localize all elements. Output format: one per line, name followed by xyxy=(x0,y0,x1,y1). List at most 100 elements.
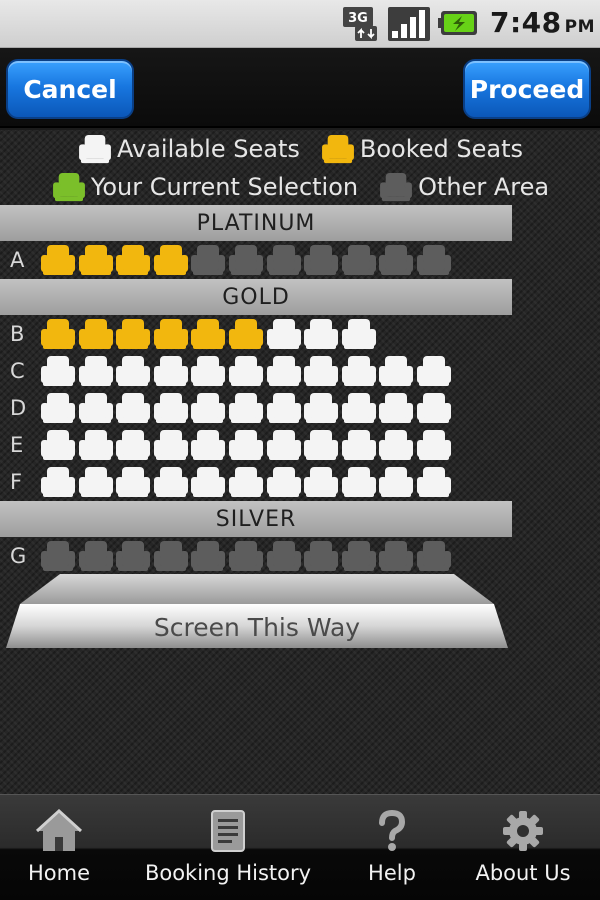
nav-help[interactable]: Help xyxy=(338,795,446,900)
3g-data-icon: 3G xyxy=(343,7,377,41)
seat-d5-available[interactable] xyxy=(190,392,226,424)
seat-g5-other xyxy=(190,540,226,572)
seat-f5-available[interactable] xyxy=(190,466,226,498)
bottom-nav: Home Booking History Help About Us xyxy=(0,794,600,900)
seat-d7-available[interactable] xyxy=(266,392,302,424)
seat-c6-available[interactable] xyxy=(228,355,264,387)
seat-b8-available[interactable] xyxy=(303,318,339,350)
seat-icon xyxy=(153,319,188,349)
seat-g3-other xyxy=(115,540,151,572)
seat-icon xyxy=(229,430,263,460)
seat-icon xyxy=(304,245,339,275)
cancel-button[interactable]: Cancel xyxy=(6,59,134,119)
seat-icon xyxy=(116,430,151,460)
nav-about-us-label: About Us xyxy=(475,861,571,885)
seat-g2-other xyxy=(78,540,114,572)
proceed-button[interactable]: Proceed xyxy=(463,59,591,119)
seat-icon xyxy=(153,541,188,571)
seat-icon xyxy=(304,541,339,571)
seat-d4-available[interactable] xyxy=(153,392,189,424)
seat-c2-available[interactable] xyxy=(78,355,114,387)
seat-icon xyxy=(153,245,188,275)
seat-f1-available[interactable] xyxy=(40,466,76,498)
seat-e8-available[interactable] xyxy=(303,429,339,461)
seat-f8-available[interactable] xyxy=(303,466,339,498)
seat-icon xyxy=(341,541,376,571)
seat-e11-available[interactable] xyxy=(416,429,452,461)
nav-booking-history-label: Booking History xyxy=(144,861,312,885)
seat-d8-available[interactable] xyxy=(303,392,339,424)
seat-c1-available[interactable] xyxy=(40,355,76,387)
seat-icon xyxy=(229,467,263,497)
clock: 7:48 PM xyxy=(490,6,595,39)
section-header-platinum: PLATINUM xyxy=(0,205,512,241)
seat-icon xyxy=(229,245,263,275)
seat-f6-available[interactable] xyxy=(228,466,264,498)
seat-icon xyxy=(304,356,339,386)
seat-f10-available[interactable] xyxy=(378,466,414,498)
seat-e9-available[interactable] xyxy=(341,429,377,461)
seat-e3-available[interactable] xyxy=(115,429,151,461)
seat-f2-available[interactable] xyxy=(78,466,114,498)
battery-charging-icon xyxy=(438,11,477,35)
seat-e4-available[interactable] xyxy=(153,429,189,461)
seat-c10-available[interactable] xyxy=(378,355,414,387)
seat-f4-available[interactable] xyxy=(153,466,189,498)
seat-d2-available[interactable] xyxy=(78,392,114,424)
seat-icon xyxy=(153,393,188,423)
seat-c4-available[interactable] xyxy=(153,355,189,387)
row-label-e: E xyxy=(10,433,24,457)
nav-booking-history[interactable]: Booking History xyxy=(118,795,338,900)
seat-a5-other xyxy=(190,244,226,276)
seat-d10-available[interactable] xyxy=(378,392,414,424)
seat-icon xyxy=(266,393,301,423)
seat-e6-available[interactable] xyxy=(228,429,264,461)
seat-f11-available[interactable] xyxy=(416,466,452,498)
seat-b7-available[interactable] xyxy=(266,318,302,350)
seat-d9-available[interactable] xyxy=(341,392,377,424)
seat-d3-available[interactable] xyxy=(115,392,151,424)
seat-icon xyxy=(153,356,188,386)
seat-b9-available[interactable] xyxy=(341,318,377,350)
row-label-f: F xyxy=(10,470,23,494)
seat-icon xyxy=(417,245,451,275)
home-icon xyxy=(35,809,83,851)
seat-c5-available[interactable] xyxy=(190,355,226,387)
seat-icon xyxy=(191,245,226,275)
seat-c8-available[interactable] xyxy=(303,355,339,387)
seat-f9-available[interactable] xyxy=(341,466,377,498)
seat-e10-available[interactable] xyxy=(378,429,414,461)
nav-home[interactable]: Home xyxy=(0,795,118,900)
seat-icon xyxy=(379,467,414,497)
nav-about-us[interactable]: About Us xyxy=(446,795,600,900)
status-bar: 3G 7:48 PM xyxy=(0,0,600,48)
legend-current-label: Your Current Selection xyxy=(90,173,359,201)
section-header-gold: GOLD xyxy=(0,279,512,315)
seat-c3-available[interactable] xyxy=(115,355,151,387)
seat-e1-available[interactable] xyxy=(40,429,76,461)
seat-e7-available[interactable] xyxy=(266,429,302,461)
seat-f3-available[interactable] xyxy=(115,466,151,498)
seat-layout: Available Seats Booked Seats Your Curren… xyxy=(0,130,600,794)
seat-d6-available[interactable] xyxy=(228,392,264,424)
seat-icon xyxy=(266,467,301,497)
seat-d11-available[interactable] xyxy=(416,392,452,424)
seat-g6-other xyxy=(228,540,264,572)
seat-icon xyxy=(341,467,376,497)
seat-icon xyxy=(266,245,301,275)
seat-c9-available[interactable] xyxy=(341,355,377,387)
seat-icon xyxy=(229,393,263,423)
seat-icon xyxy=(417,430,451,460)
seat-e5-available[interactable] xyxy=(190,429,226,461)
seat-e2-available[interactable] xyxy=(78,429,114,461)
seat-icon xyxy=(41,356,75,386)
seat-a3-booked xyxy=(115,244,151,276)
seat-d1-available[interactable] xyxy=(40,392,76,424)
seat-c11-available[interactable] xyxy=(416,355,452,387)
seat-icon xyxy=(116,541,151,571)
seat-c7-available[interactable] xyxy=(266,355,302,387)
seat-icon xyxy=(379,245,414,275)
document-icon xyxy=(211,810,245,852)
seat-f7-available[interactable] xyxy=(266,466,302,498)
seat-g10-other xyxy=(378,540,414,572)
